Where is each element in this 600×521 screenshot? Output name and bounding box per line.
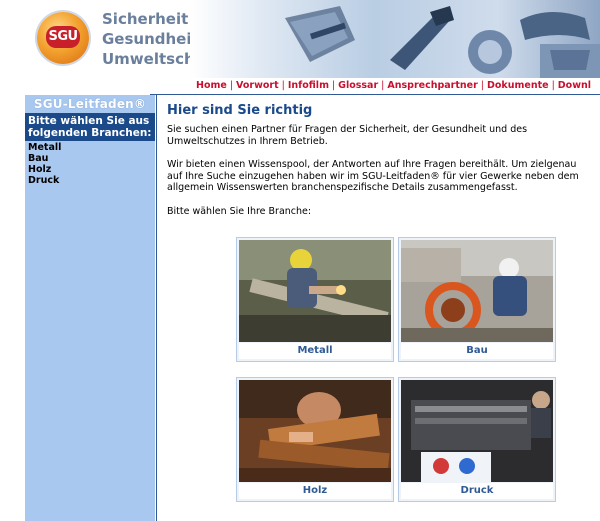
sidebar-list: Metall Bau Holz Druck [25, 141, 155, 187]
branch-tile-druck[interactable]: Druck [398, 377, 556, 502]
tile-label-metall: Metall [239, 343, 391, 359]
description-paragraph: Wir bieten einen Wissenspool, der Antwor… [167, 159, 579, 193]
metall-photo [239, 240, 391, 342]
logo-text: SGU [46, 26, 80, 48]
top-navigation: Home | Vorwort | Infofilm | Glossar | Ansprechpa… [196, 80, 592, 91]
main-content: Hier sind Sie richtig Sie suchen einen P… [167, 103, 587, 217]
sidebar-item-holz[interactable]: Holz [28, 164, 152, 175]
nav-ansprechpartner[interactable]: Ansprechpartner [387, 80, 477, 91]
sidebar-divider [156, 95, 157, 521]
branch-tile-holz[interactable]: Holz [236, 377, 394, 502]
nav-dokumente[interactable]: Dokumente [487, 80, 549, 91]
nav-home[interactable]: Home [196, 80, 227, 91]
bau-photo [401, 240, 553, 342]
nav-downloads[interactable]: Downl [558, 80, 591, 91]
druck-photo [401, 380, 553, 482]
sidebar-heading: Bitte wählen Sie aus folgenden Branchen: [25, 113, 155, 141]
nav-underline [150, 94, 600, 95]
nav-infofilm[interactable]: Infofilm [288, 80, 329, 91]
tile-label-holz: Holz [239, 483, 391, 499]
branch-prompt: Bitte wählen Sie Ihre Branche: [167, 205, 312, 217]
sidebar-title: SGU-Leitfaden® [25, 95, 155, 113]
page-title: Hier sind Sie richtig [167, 103, 313, 118]
sidebar: SGU-Leitfaden® Bitte wählen Sie aus folg… [25, 95, 155, 521]
branch-tile-bau[interactable]: Bau [398, 237, 556, 362]
nav-vorwort[interactable]: Vorwort [236, 80, 279, 91]
tile-label-druck: Druck [401, 483, 553, 499]
header-banner-image [190, 0, 600, 78]
tile-label-bau: Bau [401, 343, 553, 359]
nav-glossar[interactable]: Glossar [338, 80, 378, 91]
branch-tile-metall[interactable]: Metall [236, 237, 394, 362]
holz-photo [239, 380, 391, 482]
sidebar-item-bau[interactable]: Bau [28, 153, 152, 164]
sidebar-item-metall[interactable]: Metall [28, 142, 152, 153]
intro-paragraph: Sie suchen einen Partner für Fragen der … [167, 124, 528, 147]
site-header: SGU Sicherheit Gesundheit Umweltschutz [0, 0, 600, 78]
sidebar-item-druck[interactable]: Druck [28, 175, 152, 186]
sgu-logo[interactable]: SGU [37, 12, 89, 64]
